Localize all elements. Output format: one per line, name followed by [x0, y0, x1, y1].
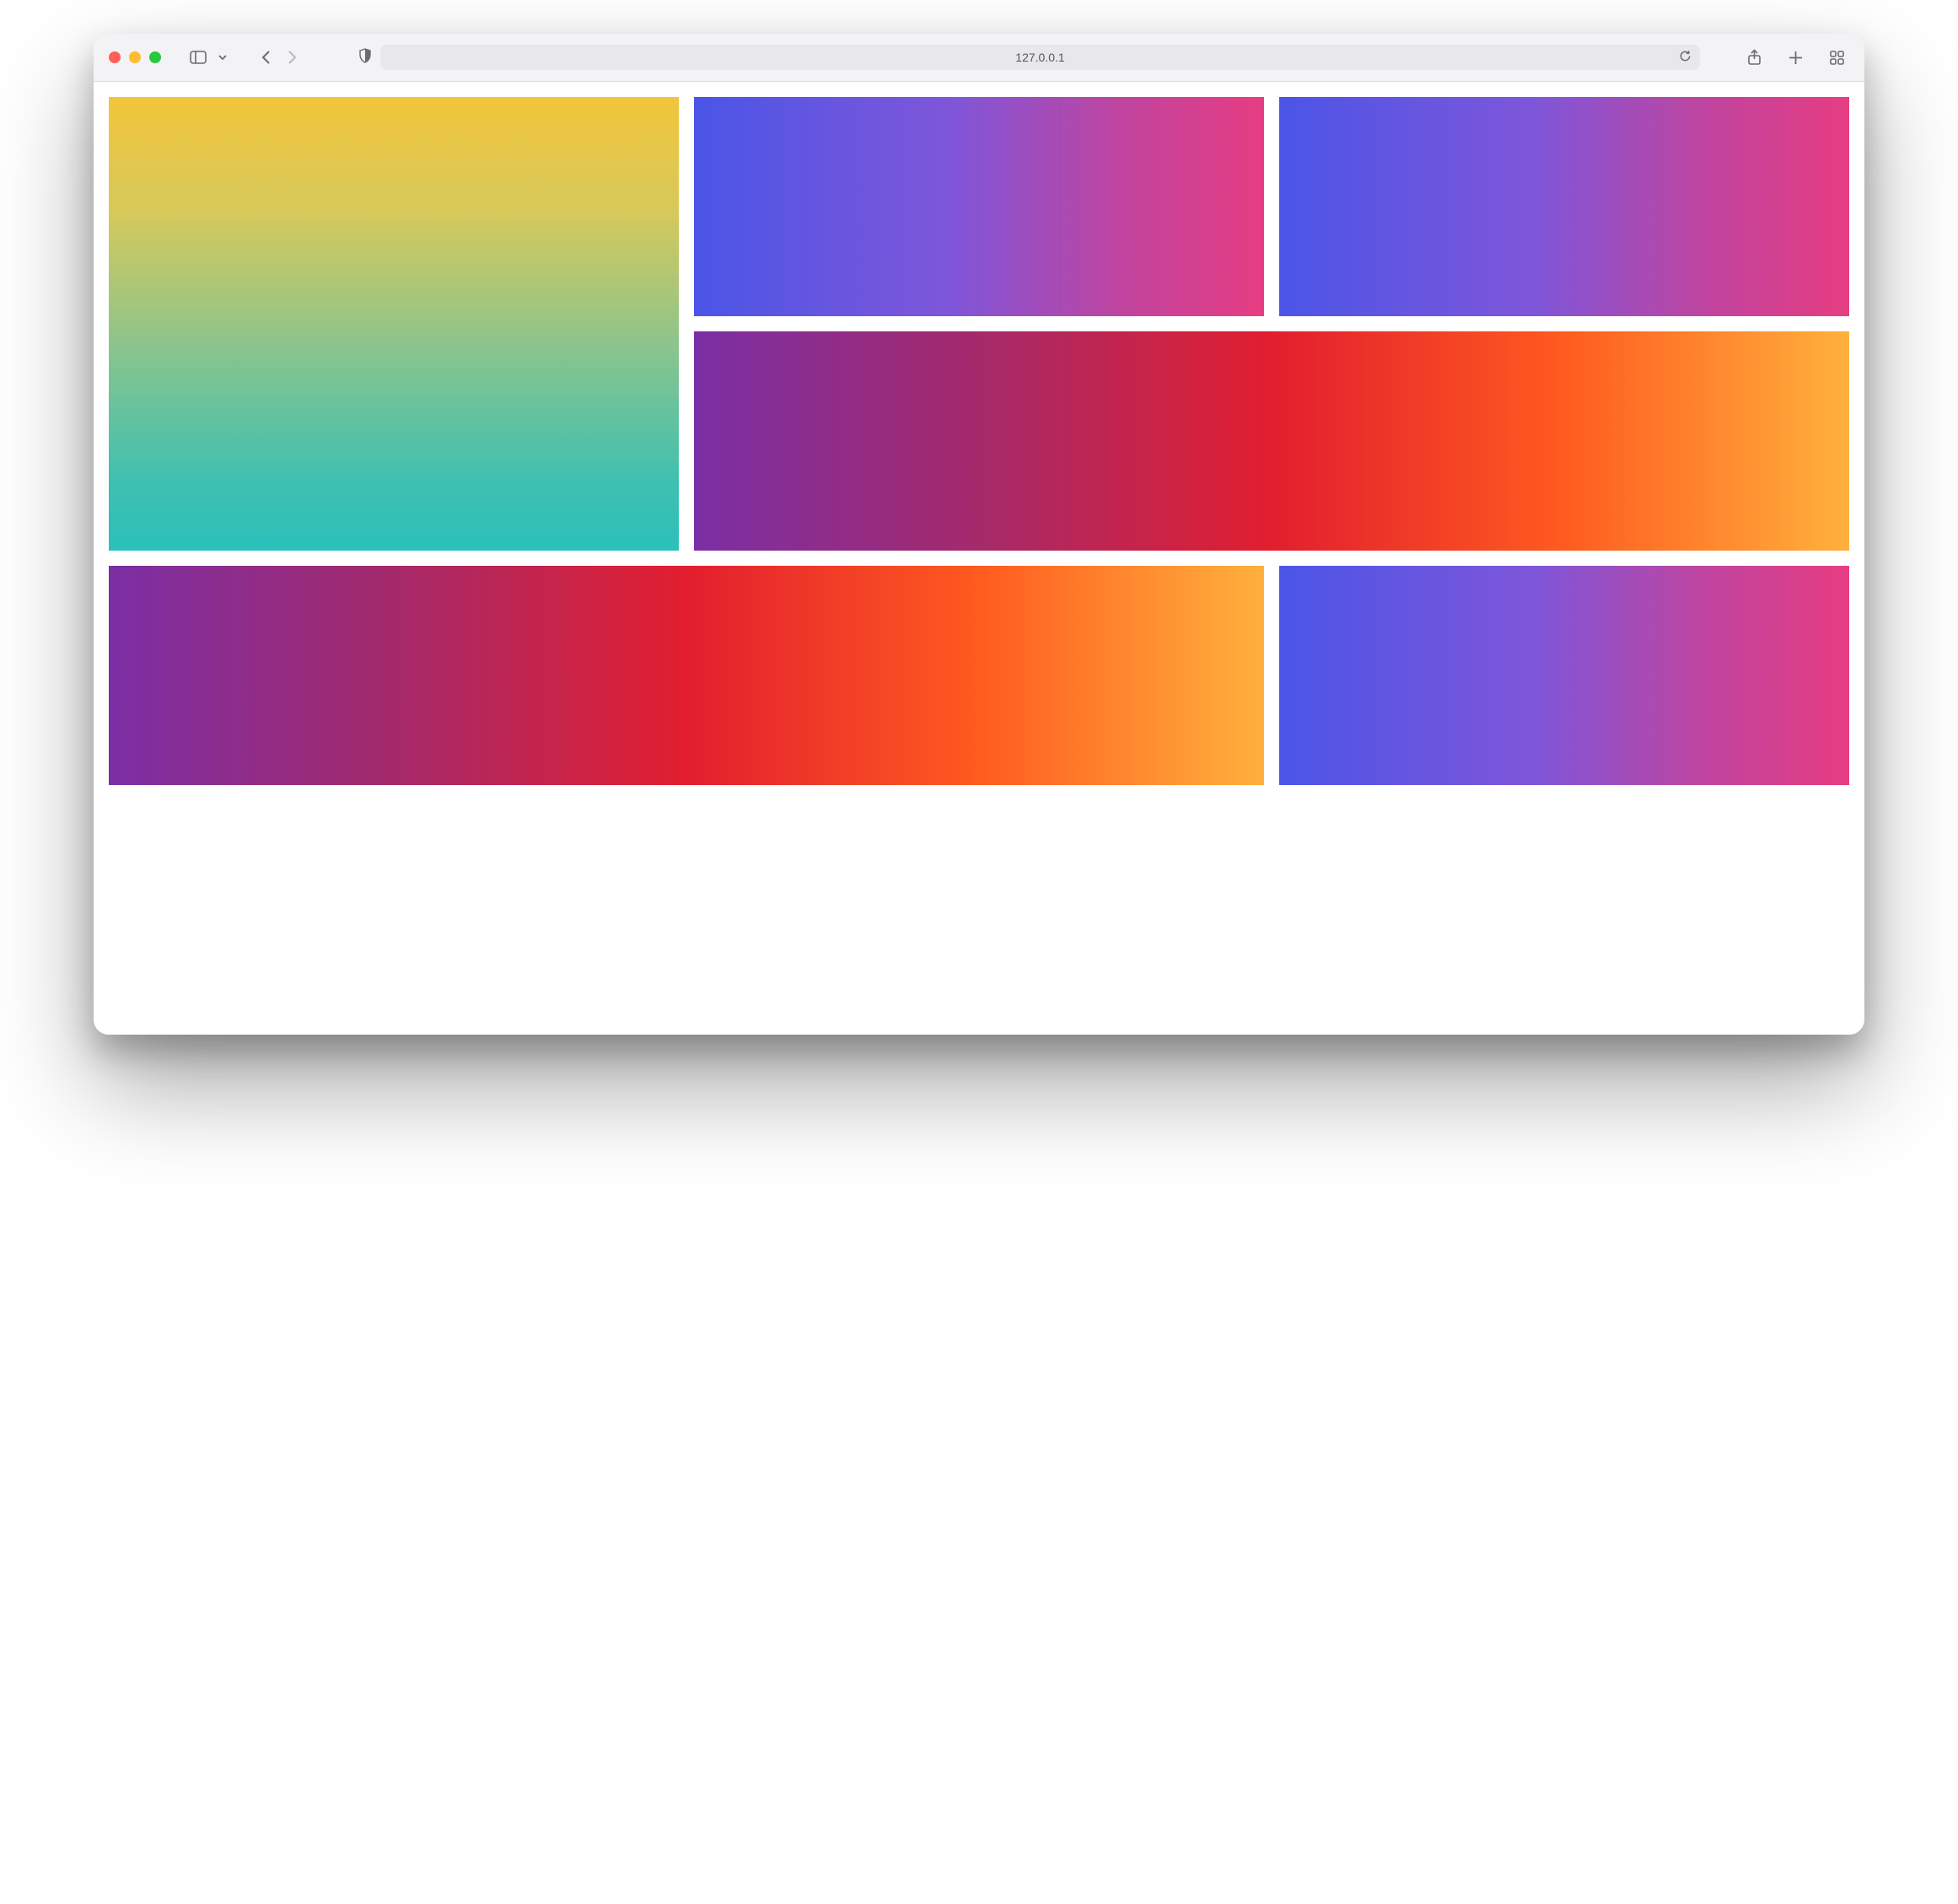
page-content [94, 82, 1864, 1035]
address-text: 127.0.0.1 [1015, 51, 1064, 64]
gradient-grid [109, 97, 1849, 1019]
tab-overview-button[interactable] [1825, 51, 1849, 65]
chevron-right-icon [286, 50, 298, 65]
address-field[interactable]: 127.0.0.1 [380, 45, 1700, 70]
minimize-window-button[interactable] [129, 51, 141, 63]
gradient-tile-a [109, 97, 679, 551]
gradient-tile-b [694, 97, 1264, 316]
privacy-shield-button[interactable] [358, 48, 372, 67]
fullscreen-window-button[interactable] [149, 51, 161, 63]
gradient-tile-c [1279, 97, 1849, 316]
chevron-left-icon [261, 50, 272, 65]
reload-button[interactable] [1679, 50, 1692, 65]
toggle-sidebar-button[interactable] [185, 51, 212, 64]
gradient-tile-d [694, 331, 1849, 551]
forward-button[interactable] [281, 50, 303, 65]
browser-window: 127.0.0.1 [94, 34, 1864, 1035]
titlebar: 127.0.0.1 [94, 34, 1864, 82]
chevron-down-icon [218, 53, 227, 62]
share-icon [1747, 49, 1762, 66]
gradient-tile-e [109, 566, 1264, 785]
sidebar-menu-button[interactable] [213, 53, 232, 62]
grid-icon [1830, 51, 1844, 65]
sidebar-icon [190, 51, 207, 64]
shield-icon [358, 48, 372, 67]
new-tab-button[interactable] [1783, 51, 1808, 65]
close-window-button[interactable] [109, 51, 121, 63]
gradient-tile-f [1279, 566, 1849, 785]
window-controls [109, 51, 161, 63]
share-button[interactable] [1742, 49, 1767, 66]
plus-icon [1789, 51, 1803, 65]
back-button[interactable] [256, 50, 277, 65]
reload-icon [1679, 50, 1692, 65]
